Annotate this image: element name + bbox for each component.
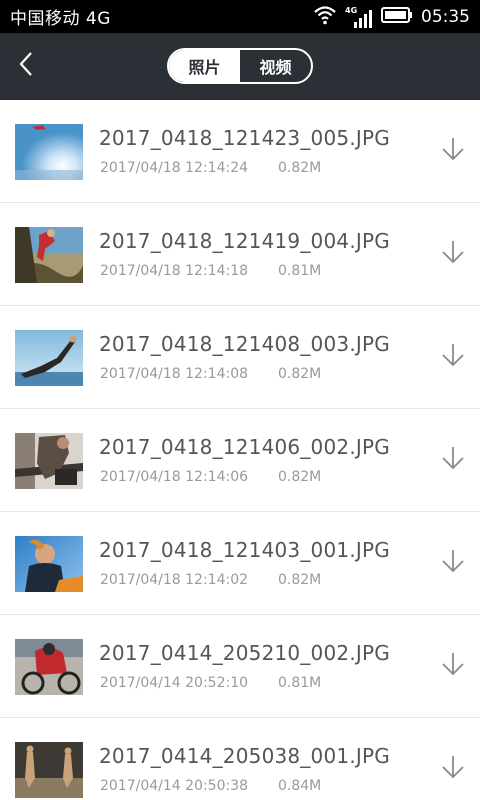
list-item[interactable]: 2017_0414_205210_002.JPG 2017/04/14 20:5… [0,615,480,718]
list-item[interactable]: 2017_0418_121419_004.JPG 2017/04/18 12:1… [0,203,480,306]
list-item[interactable]: 2017_0418_121408_003.JPG 2017/04/18 12:1… [0,306,480,409]
file-date: 2017/04/14 20:50:38 [100,778,249,794]
download-button[interactable] [436,443,470,477]
status-bar: 中国移动 4G 4G 05:35 [0,0,480,33]
thumbnail-image [15,742,83,798]
file-size: 0.82M [278,160,322,176]
file-name: 2017_0418_121423_005.JPG [99,126,390,150]
header-bar: 照片 视频 [0,33,480,100]
file-date: 2017/04/18 12:14:06 [100,469,249,485]
arrow-down-icon [441,651,465,681]
thumbnail-image [15,639,83,695]
download-button[interactable] [436,134,470,168]
clock: 05:35 [421,6,470,27]
thumbnail-image [15,227,83,283]
file-name: 2017_0418_121408_003.JPG [99,332,390,356]
status-icons: 4G 05:35 [313,5,470,29]
tab-videos[interactable]: 视频 [240,50,311,82]
file-size: 0.81M [278,675,322,691]
file-date: 2017/04/18 12:14:08 [100,366,249,382]
media-type-switch: 照片 视频 [167,48,313,84]
arrow-down-icon [441,136,465,166]
wifi-icon [313,5,337,29]
file-name: 2017_0418_121403_001.JPG [99,538,390,562]
file-name: 2017_0418_121419_004.JPG [99,229,390,253]
file-date: 2017/04/18 12:14:24 [100,160,249,176]
arrow-down-icon [441,239,465,269]
tab-photos[interactable]: 照片 [169,50,240,82]
download-button[interactable] [436,237,470,271]
download-button[interactable] [436,340,470,374]
carrier-label: 中国移动 4G [10,9,111,29]
file-size: 0.84M [278,778,322,794]
arrow-down-icon [441,342,465,372]
thumbnail-image [15,330,83,386]
file-list: 2017_0418_121423_005.JPG 2017/04/18 12:1… [0,100,480,800]
back-button[interactable] [8,45,44,87]
arrow-down-icon [441,754,465,784]
download-button[interactable] [436,546,470,580]
file-size: 0.81M [278,263,322,279]
file-name: 2017_0418_121406_002.JPG [99,435,390,459]
file-date: 2017/04/18 12:14:02 [100,572,249,588]
chevron-left-icon [17,51,35,81]
thumbnail-image [15,433,83,489]
list-item[interactable]: 2017_0418_121406_002.JPG 2017/04/18 12:1… [0,409,480,512]
download-button[interactable] [436,752,470,786]
file-date: 2017/04/14 20:52:10 [100,675,249,691]
download-button[interactable] [436,649,470,683]
list-item[interactable]: 2017_0418_121403_001.JPG 2017/04/18 12:1… [0,512,480,615]
file-name: 2017_0414_205038_001.JPG [99,744,390,768]
battery-icon [381,6,413,27]
file-name: 2017_0414_205210_002.JPG [99,641,390,665]
list-item[interactable]: 2017_0418_121423_005.JPG 2017/04/18 12:1… [0,100,480,203]
arrow-down-icon [441,548,465,578]
file-size: 0.82M [278,572,322,588]
thumbnail-image [15,536,83,592]
cell-signal-icon: 4G [345,6,373,28]
list-item[interactable]: 2017_0414_205038_001.JPG 2017/04/14 20:5… [0,718,480,800]
file-date: 2017/04/18 12:14:18 [100,263,249,279]
thumbnail-image [15,124,83,180]
file-size: 0.82M [278,469,322,485]
file-size: 0.82M [278,366,322,382]
arrow-down-icon [441,445,465,475]
